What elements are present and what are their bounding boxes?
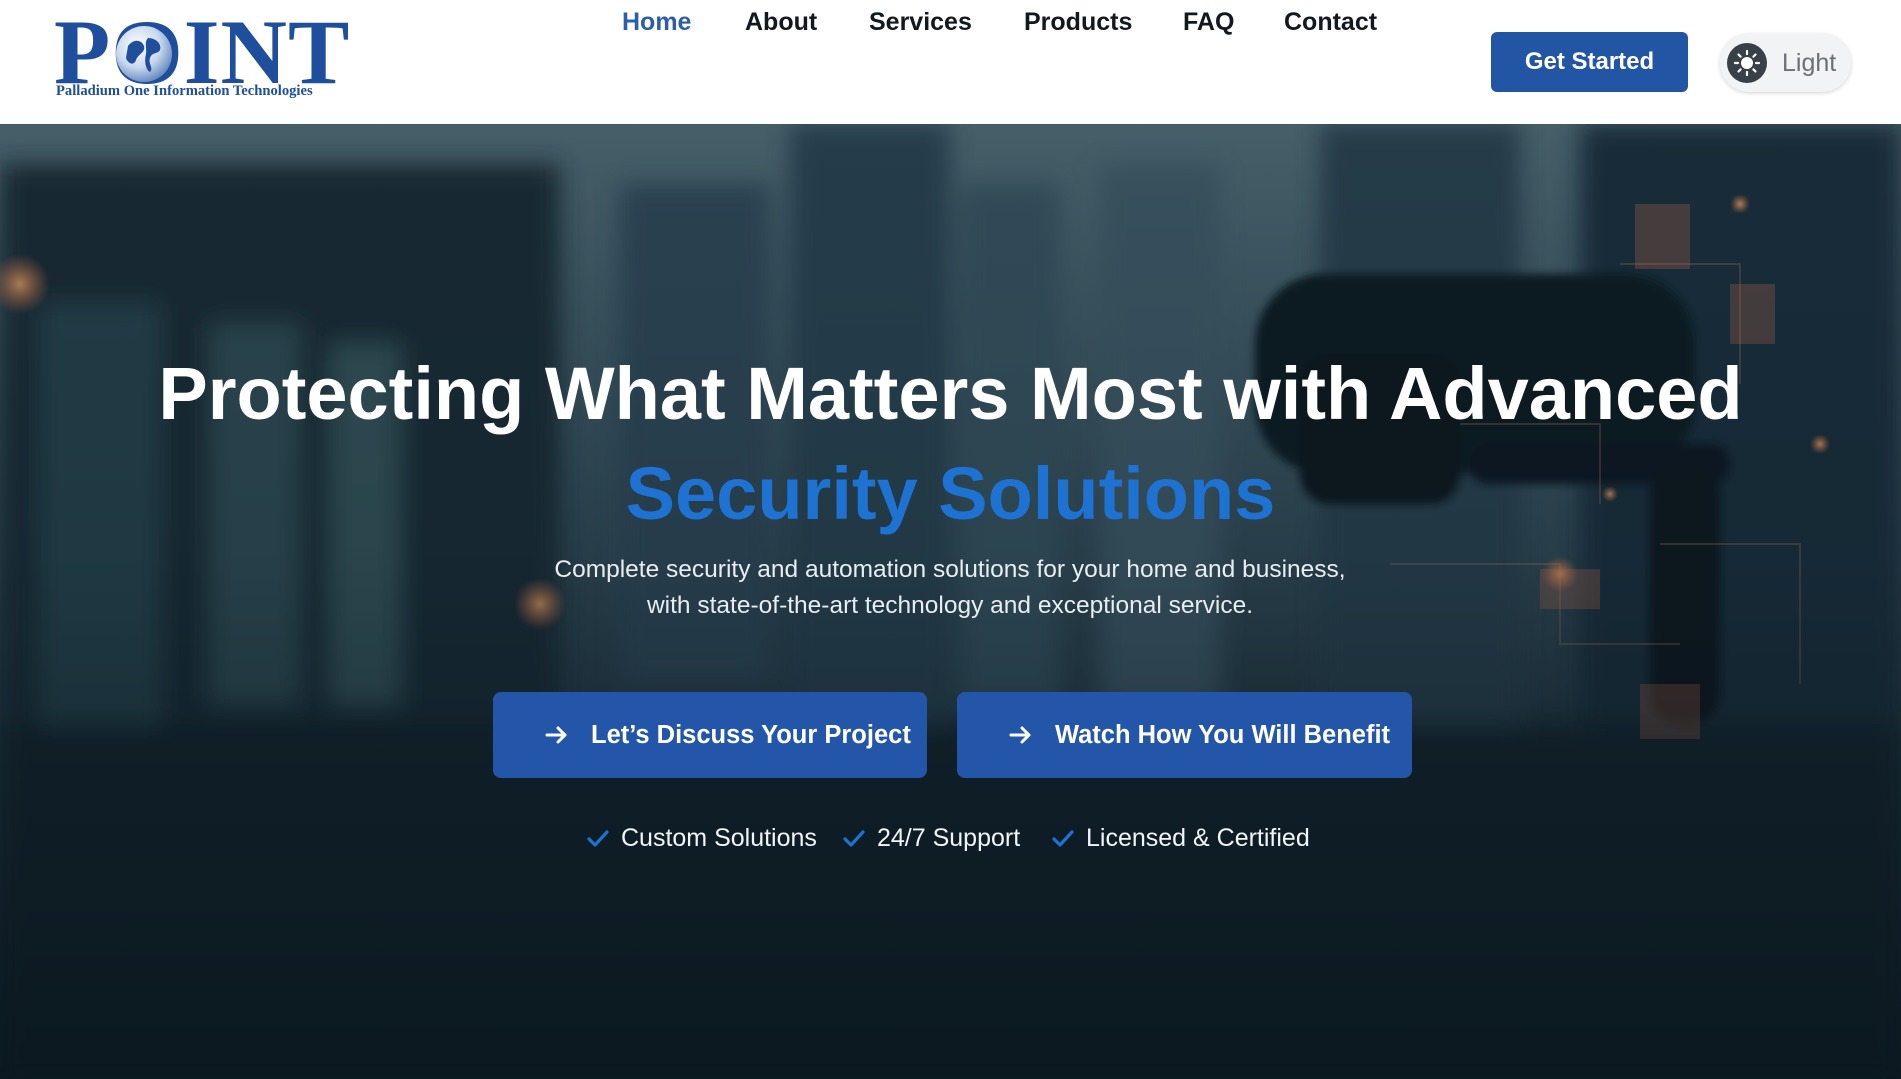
arrow-right-icon	[1009, 726, 1031, 744]
hero-subtitle: Complete security and automation solutio…	[554, 556, 1346, 619]
nav-products[interactable]: Products	[1024, 8, 1132, 37]
toggle-knob	[1727, 43, 1767, 83]
feature-item: Licensed & Certified	[1052, 824, 1310, 853]
nav-contact[interactable]: Contact	[1284, 8, 1377, 37]
hero-title: Protecting What Matters Most with Advanc…	[0, 344, 1901, 544]
site-header: POINT Palladium One Information Technolo…	[0, 0, 1901, 124]
check-icon	[843, 829, 865, 847]
nav-services[interactable]: Services	[869, 8, 972, 37]
check-icon	[587, 829, 609, 847]
hero-title-line1: Protecting What Matters Most with Advanc…	[158, 352, 1743, 435]
feature-label: 24/7 Support	[877, 824, 1021, 852]
globe-icon	[116, 26, 172, 82]
arrow-right-icon	[545, 726, 567, 744]
point-logo[interactable]: POINT Palladium One Information Technolo…	[54, 1, 351, 103]
discuss-project-label: Let’s Discuss Your Project	[591, 720, 911, 749]
theme-toggle[interactable]: Light	[1720, 34, 1851, 92]
watch-benefit-button[interactable]: Watch How You Will Benefit	[957, 692, 1412, 778]
feature-label: Custom Solutions	[621, 824, 817, 852]
sun-icon	[1733, 49, 1761, 77]
hero-title-accent: Security Solutions	[625, 452, 1276, 535]
check-icon	[1052, 829, 1074, 847]
hero-section: Protecting What Matters Most with Advanc…	[0, 124, 1901, 1079]
logo-tagline: Palladium One Information Technologies	[56, 83, 313, 99]
get-started-button[interactable]: Get Started	[1491, 32, 1688, 92]
feature-list: Custom Solutions 24/7 Support Licensed &…	[0, 824, 1901, 864]
watch-benefit-label: Watch How You Will Benefit	[1055, 720, 1391, 749]
nav-faq[interactable]: FAQ	[1183, 8, 1234, 37]
theme-toggle-label: Light	[1782, 49, 1837, 77]
nav-about[interactable]: About	[745, 8, 817, 37]
feature-label: Licensed & Certified	[1086, 824, 1310, 852]
feature-item: Custom Solutions	[587, 824, 817, 853]
feature-item: 24/7 Support	[843, 824, 1020, 853]
logo-wordmark: POINT	[54, 1, 351, 103]
discuss-project-button[interactable]: Let’s Discuss Your Project	[493, 692, 927, 778]
nav-home[interactable]: Home	[622, 8, 691, 37]
